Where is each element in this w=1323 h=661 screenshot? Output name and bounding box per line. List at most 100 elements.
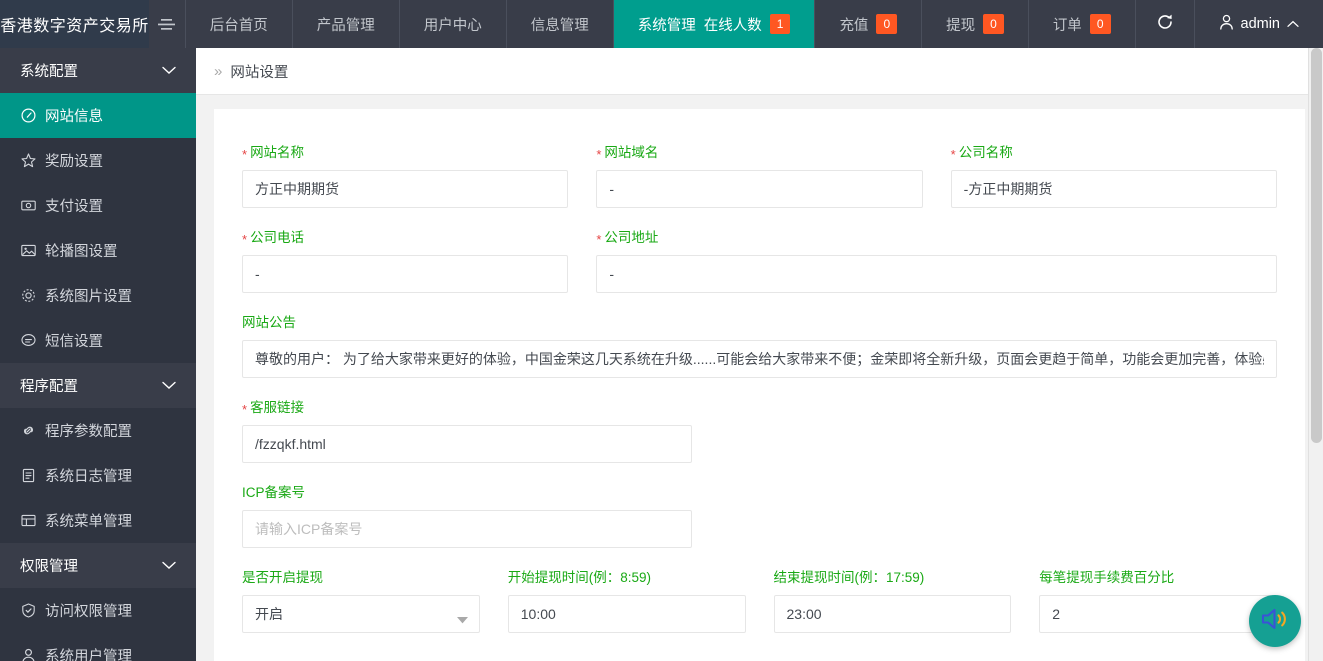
icp-input[interactable] (242, 510, 693, 548)
nav-item-recharge[interactable]: 充值 0 (815, 0, 923, 48)
field-service-link: * 客服链接 (228, 400, 706, 463)
announcement-input[interactable] (242, 340, 1277, 378)
online-count-label: 在线人数 (703, 17, 762, 34)
label-icp: ICP备案号 (242, 485, 692, 501)
link-icon (20, 423, 36, 439)
field-site-name: * 网站名称 (228, 145, 582, 208)
page-scrollbar[interactable] (1308, 48, 1323, 661)
withdraw-enabled-select[interactable] (242, 595, 480, 633)
sidebar: 系统配置 网站信息 奖励设置 支付设置 轮播图设置 系统图片设置 短信设置 程序… (0, 48, 196, 661)
company-phone-input[interactable] (242, 255, 569, 293)
nav-label: 提现 (946, 17, 976, 34)
label-site-domain: * 网站域名 (596, 145, 922, 162)
sidebar-item-sms-settings[interactable]: 短信设置 (0, 318, 196, 363)
label-company-address: * 公司地址 (596, 230, 1277, 247)
nav-item-system-management[interactable]: 系统管理 在线人数 1 (613, 0, 816, 48)
chevron-down-icon (162, 561, 176, 570)
refresh-button[interactable] (1136, 0, 1195, 48)
site-name-input[interactable] (242, 170, 569, 208)
online-count-badge: 1 (769, 14, 791, 34)
app-root: 香港数字资产交易所 后台首页 产品管理 用户中心 信息管理 系统管理 在线人数 … (0, 0, 1323, 661)
label-text: 网站域名 (604, 145, 659, 160)
user-name: admin (1240, 16, 1281, 32)
nav-item-products[interactable]: 产品管理 (293, 0, 400, 48)
sidebar-item-program-params[interactable]: 程序参数配置 (0, 408, 196, 453)
sidebar-group-label: 系统配置 (20, 64, 78, 80)
app-logo: 香港数字资产交易所 (0, 0, 150, 48)
label-text: 是否开启提现 (242, 570, 323, 585)
field-withdraw-enabled: 是否开启提现 (228, 570, 494, 633)
required-marker: * (596, 232, 602, 247)
nav-item-user-center[interactable]: 用户中心 (400, 0, 507, 48)
label-site-name: * 网站名称 (242, 145, 568, 162)
field-withdraw-start: 开始提现时间(例：8:59) (494, 570, 760, 633)
form-row-4: * 客服链接 (228, 400, 1291, 485)
withdraw-badge: 0 (983, 14, 1004, 34)
nav-label: 系统管理 (637, 17, 696, 34)
shield-icon (20, 603, 36, 619)
nav-label: 产品管理 (316, 17, 375, 34)
nav-item-info-management[interactable]: 信息管理 (507, 0, 614, 48)
sidebar-item-carousel-settings[interactable]: 轮播图设置 (0, 228, 196, 273)
nav-label: 订单 (1052, 17, 1082, 34)
label-withdraw-fee: 每笔提现手续费百分比 (1039, 570, 1277, 586)
sidebar-item-label: 系统菜单管理 (45, 514, 132, 530)
nav-label: 用户中心 (423, 17, 482, 34)
nav-item-withdraw[interactable]: 提现 0 (922, 0, 1029, 48)
field-announcement: 网站公告 (228, 315, 1291, 378)
required-marker: * (596, 147, 602, 162)
label-text: 每笔提现手续费百分比 (1039, 570, 1175, 585)
field-company-name: * 公司名称 (937, 145, 1291, 208)
label-text: 结束提现时间(例：17:59) (773, 570, 925, 585)
sidebar-item-label: 访问权限管理 (45, 604, 132, 620)
sidebar-item-system-users[interactable]: 系统用户管理 (0, 633, 196, 661)
label-announcement: 网站公告 (242, 315, 1277, 331)
user-menu[interactable]: admin (1195, 0, 1323, 48)
label-service-link: * 客服链接 (242, 400, 692, 417)
sidebar-item-reward-settings[interactable]: 奖励设置 (0, 138, 196, 183)
sidebar-item-payment-settings[interactable]: 支付设置 (0, 183, 196, 228)
required-marker: * (242, 402, 248, 417)
sound-toggle-button[interactable] (1249, 595, 1301, 647)
service-link-input[interactable] (242, 425, 693, 463)
nav-label: 信息管理 (530, 17, 589, 34)
withdraw-end-input[interactable] (773, 595, 1012, 633)
sidebar-item-system-images[interactable]: 系统图片设置 (0, 273, 196, 318)
sidebar-group-label: 程序配置 (20, 379, 78, 395)
sidebar-item-access-permission[interactable]: 访问权限管理 (0, 588, 196, 633)
scrollbar-thumb[interactable] (1311, 48, 1322, 443)
breadcrumb-arrow-icon: » (214, 62, 223, 80)
sidebar-group-label: 权限管理 (20, 559, 78, 575)
sidebar-item-label: 系统日志管理 (45, 469, 132, 485)
nav-item-orders[interactable]: 订单 0 (1029, 0, 1136, 48)
company-address-input[interactable] (596, 255, 1277, 293)
company-name-input[interactable] (950, 170, 1277, 208)
orders-badge: 0 (1089, 14, 1111, 34)
sidebar-item-site-info[interactable]: 网站信息 (0, 93, 196, 138)
site-domain-input[interactable] (596, 170, 923, 208)
sidebar-item-label: 奖励设置 (45, 154, 103, 170)
menu-icon (20, 513, 36, 529)
sidebar-item-label: 短信设置 (45, 334, 103, 350)
content-area: » 网站设置 *网站名称 *网站域名 (196, 48, 1323, 661)
sidebar-group-permission[interactable]: 权限管理 (0, 543, 196, 588)
payment-icon (20, 198, 36, 214)
nav-label: 充值 (839, 17, 869, 34)
form-row-5: ICP备案号 (228, 485, 1291, 570)
nav-item-home[interactable]: 后台首页 (186, 0, 293, 48)
breadcrumb: » 网站设置 (196, 48, 1323, 95)
required-marker: * (950, 147, 956, 162)
withdraw-start-input[interactable] (507, 595, 746, 633)
sidebar-group-program-config[interactable]: 程序配置 (0, 363, 196, 408)
sidebar-item-system-menu[interactable]: 系统菜单管理 (0, 498, 196, 543)
sidebar-item-system-log[interactable]: 系统日志管理 (0, 453, 196, 498)
sidebar-item-label: 轮播图设置 (45, 244, 118, 260)
form-row-3: 网站公告 (228, 315, 1291, 400)
withdraw-fee-input[interactable] (1039, 595, 1277, 633)
log-icon (20, 468, 36, 484)
hamburger-icon[interactable] (149, 0, 186, 48)
sidebar-group-system-config[interactable]: 系统配置 (0, 48, 196, 93)
label-company-phone: * 公司电话 (242, 230, 568, 247)
form-row-2: *公司电话 *公司地址 (228, 230, 1291, 315)
site-settings-form: *网站名称 *网站域名 *公司名称 (214, 109, 1305, 661)
